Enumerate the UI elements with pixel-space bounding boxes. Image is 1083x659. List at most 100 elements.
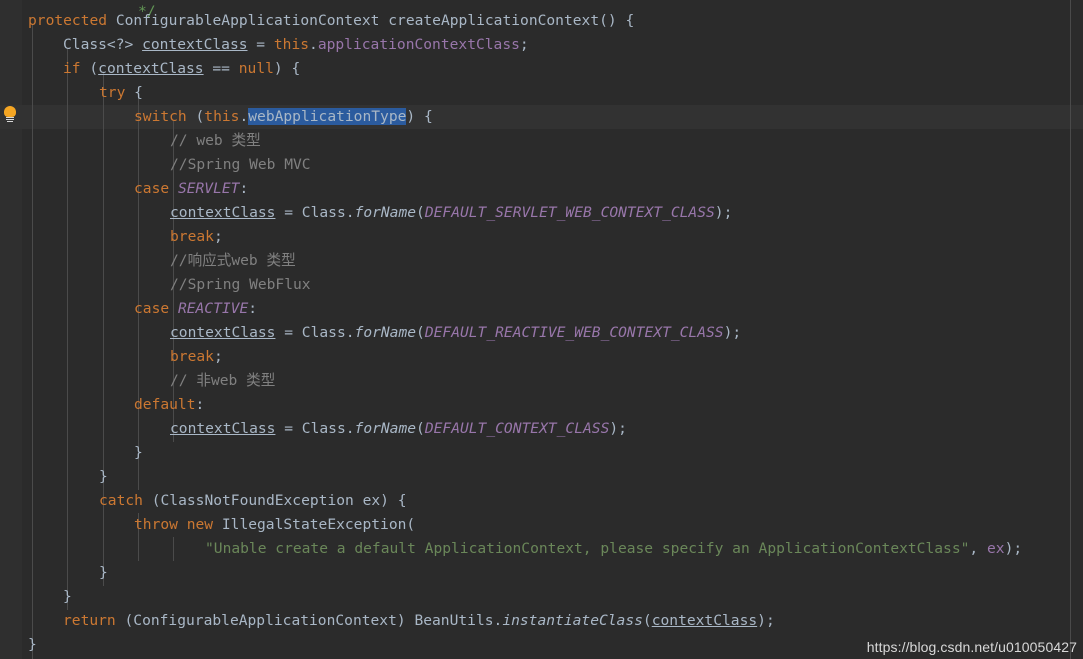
- token-method-forname-3: forName: [354, 420, 417, 437]
- code-line-12[interactable]: //响应式web 类型: [170, 249, 296, 273]
- token-paren-3: (: [416, 204, 425, 221]
- token-comment-non-web: // 非web 类型: [170, 372, 276, 389]
- token-method-instantiateclass: instantiateClass: [502, 612, 643, 629]
- code-line-6[interactable]: switch (this.webApplicationType) {: [134, 105, 433, 129]
- code-line-5[interactable]: try {: [99, 81, 143, 105]
- code-line-18[interactable]: default:: [134, 393, 204, 417]
- token-operator-eq: ==: [203, 60, 239, 77]
- token-tail-19: );: [609, 420, 627, 437]
- token-semicolon-break-1: ;: [213, 228, 223, 245]
- code-line-16[interactable]: break;: [170, 345, 223, 369]
- token-paren-4: (: [416, 324, 425, 341]
- code-line-2[interactable]: protected ConfigurableApplicationContext…: [28, 9, 634, 33]
- token-keyword-switch: switch: [134, 108, 187, 125]
- token-assign-2: =: [275, 204, 302, 221]
- token-exception-ctor: IllegalStateException(: [213, 516, 416, 533]
- token-comment-web-type: // web 类型: [170, 132, 261, 149]
- token-assign-3: =: [275, 324, 302, 341]
- token-method-name: createApplicationContext: [388, 12, 600, 29]
- token-semicolon-break-2: ;: [213, 348, 223, 365]
- code-line-9[interactable]: case SERVLET:: [134, 177, 248, 201]
- token-keyword-return: return: [63, 612, 116, 629]
- token-keyword-new: new: [177, 516, 214, 533]
- token-class-ref: Class: [301, 204, 346, 221]
- code-line-15[interactable]: contextClass = Class.forName(DEFAULT_REA…: [170, 321, 741, 345]
- token-dot-5: .: [345, 420, 355, 437]
- token-keyword-case-2: case: [134, 300, 170, 317]
- token-brace-close-switch: }: [134, 444, 143, 461]
- code-line-26[interactable]: }: [63, 585, 72, 609]
- token-method-forname-2: forName: [354, 324, 417, 341]
- token-keyword-catch: catch: [99, 492, 143, 509]
- code-line-20[interactable]: }: [134, 441, 143, 465]
- token-class-ref-3: Class: [301, 420, 346, 437]
- token-brace-open-try: {: [125, 84, 143, 101]
- token-comment-spring-webflux: //Spring WebFlux: [170, 276, 311, 293]
- token-method-tail: () {: [599, 12, 635, 29]
- token-semicolon: ;: [519, 36, 529, 53]
- code-line-11[interactable]: break;: [170, 225, 223, 249]
- token-keyword-case: case: [134, 180, 170, 197]
- code-line-23[interactable]: throw new IllegalStateException(: [134, 513, 415, 537]
- token-colon-reactive: :: [248, 300, 258, 317]
- token-colon-servlet: :: [239, 180, 249, 197]
- token-brace-close-catch: }: [99, 564, 108, 581]
- token-switch-close: ) {: [406, 108, 433, 125]
- code-line-14[interactable]: case REACTIVE:: [134, 297, 257, 321]
- token-comment-reactive-web: //响应式web 类型: [170, 252, 296, 269]
- token-dot-3: .: [345, 204, 355, 221]
- token-paren-close: ) {: [273, 60, 301, 77]
- code-line-27[interactable]: return (ConfigurableApplicationContext) …: [63, 609, 775, 633]
- code-line-7[interactable]: // web 类型: [170, 129, 261, 153]
- token-var-contextclass-4: contextClass: [170, 324, 276, 341]
- token-catch-params: (ClassNotFoundException ex) {: [142, 492, 407, 509]
- code-line-21[interactable]: }: [99, 465, 108, 489]
- token-comma-24: ,: [969, 540, 987, 557]
- code-line-19[interactable]: contextClass = Class.forName(DEFAULT_CON…: [170, 417, 627, 441]
- code-line-3[interactable]: Class<?> contextClass = this.application…: [63, 33, 529, 57]
- token-enum-servlet: SERVLET: [169, 180, 240, 197]
- token-colon-default: :: [195, 396, 205, 413]
- token-cast-beanutils: (ConfigurableApplicationContext) BeanUti…: [115, 612, 494, 629]
- token-assign-4: =: [275, 420, 302, 437]
- code-content[interactable]: */ protected ConfigurableApplicationCont…: [0, 0, 1083, 659]
- code-line-22[interactable]: catch (ClassNotFoundException ex) {: [99, 489, 407, 513]
- token-keyword-null: null: [238, 60, 274, 77]
- token-assign: =: [247, 36, 274, 53]
- token-const-servlet-web-context-class: DEFAULT_SERVLET_WEB_CONTEXT_CLASS: [424, 204, 715, 221]
- token-keyword-break-2: break: [170, 348, 214, 365]
- token-string-exception-message: "Unable create a default ApplicationCont…: [205, 540, 970, 557]
- token-var-contextclass-5: contextClass: [170, 420, 276, 437]
- token-tail-15: );: [723, 324, 742, 341]
- code-line-25[interactable]: }: [99, 561, 108, 585]
- code-line-8[interactable]: //Spring Web MVC: [170, 153, 311, 177]
- code-line-17[interactable]: // 非web 类型: [170, 369, 275, 393]
- token-param-ex: ex: [986, 540, 1005, 557]
- token-tail-10: );: [714, 204, 733, 221]
- token-switch-paren: (: [186, 108, 205, 125]
- code-line-4[interactable]: if (contextClass == null) {: [63, 57, 300, 81]
- code-line-28[interactable]: }: [28, 633, 37, 657]
- code-editor[interactable]: */ protected ConfigurableApplicationCont…: [0, 0, 1083, 659]
- token-selected-webapplicationtype[interactable]: webApplicationType: [248, 108, 407, 125]
- token-dot-6: .: [493, 612, 503, 629]
- token-var-contextclass-2: contextClass: [98, 60, 204, 77]
- token-paren-open: (: [80, 60, 99, 77]
- code-line-13[interactable]: //Spring WebFlux: [170, 273, 311, 297]
- code-line-24[interactable]: "Unable create a default ApplicationCont…: [205, 537, 1022, 561]
- code-line-10[interactable]: contextClass = Class.forName(DEFAULT_SER…: [170, 201, 732, 225]
- token-return-type: ConfigurableApplicationContext: [107, 12, 389, 29]
- token-keyword-throw: throw: [134, 516, 178, 533]
- token-const-default-context-class: DEFAULT_CONTEXT_CLASS: [424, 420, 610, 437]
- token-var-contextclass-3: contextClass: [170, 204, 276, 221]
- token-dot-4: .: [345, 324, 355, 341]
- watermark-url: https://blog.csdn.net/u010050427: [866, 639, 1077, 655]
- token-var-contextclass: contextClass: [142, 36, 248, 53]
- token-keyword-this: this: [273, 36, 310, 53]
- token-method-forname: forName: [354, 204, 417, 221]
- token-brace-close-if: }: [63, 588, 72, 605]
- token-enum-reactive: REACTIVE: [169, 300, 249, 317]
- token-const-reactive-web-context-class: DEFAULT_REACTIVE_WEB_CONTEXT_CLASS: [424, 324, 724, 341]
- token-brace-close-try: }: [99, 468, 108, 485]
- token-keyword-default: default: [134, 396, 196, 413]
